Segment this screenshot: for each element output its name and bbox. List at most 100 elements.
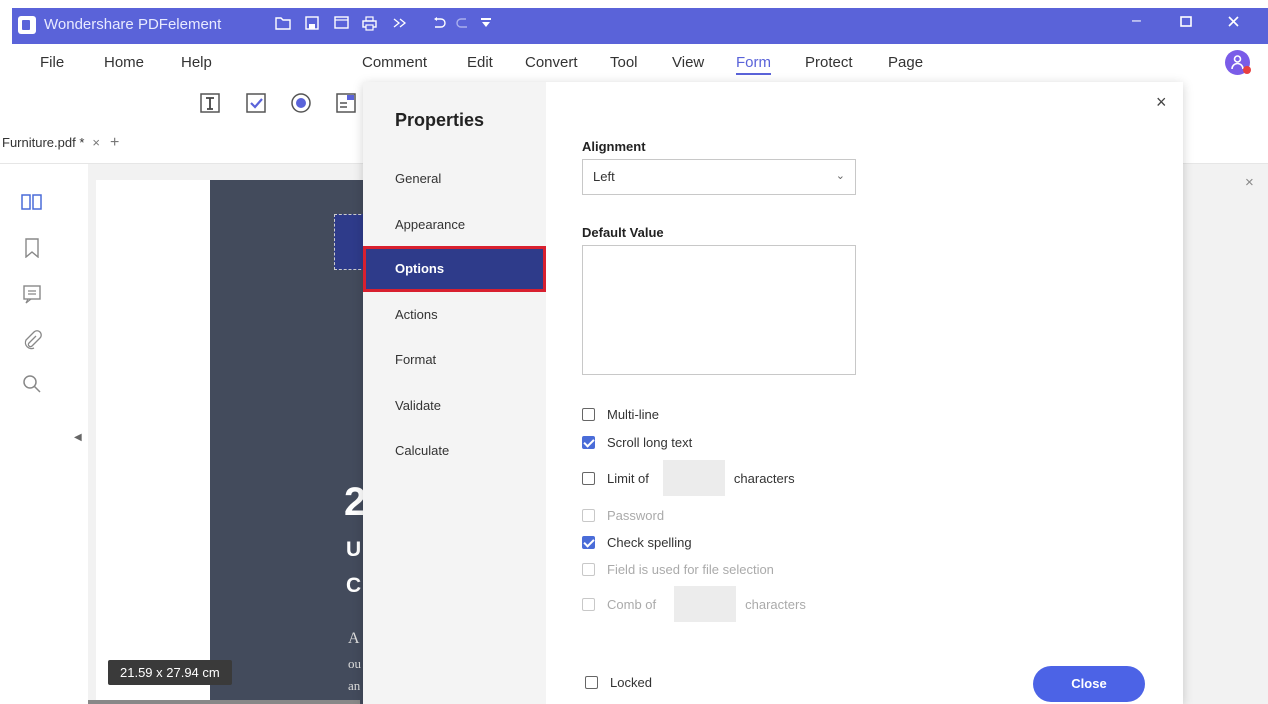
mail-icon[interactable] — [334, 16, 349, 32]
undo-icon[interactable] — [432, 16, 446, 33]
maximize-button[interactable] — [1180, 15, 1193, 33]
option-comb-of: Comb of characters — [582, 586, 806, 622]
menu-tool[interactable]: Tool — [610, 54, 638, 71]
comment-icon[interactable] — [20, 282, 44, 306]
panel-close-icon[interactable]: × — [1245, 174, 1254, 191]
selected-form-field[interactable] — [334, 214, 366, 270]
option-check-spelling[interactable]: Check spelling — [582, 532, 692, 552]
comb-of-suffix: characters — [745, 596, 806, 612]
page-heading-line: C — [346, 574, 362, 597]
locked-checkbox[interactable] — [585, 675, 598, 689]
limit-characters-input[interactable] — [662, 460, 725, 496]
check-spelling-label: Check spelling — [607, 534, 692, 550]
dialog-close-icon[interactable]: × — [1156, 92, 1167, 113]
page-heading-line: U — [346, 538, 362, 561]
option-multiline[interactable]: Multi-line — [582, 404, 659, 424]
menu-comment[interactable]: Comment — [362, 54, 427, 71]
password-checkbox — [582, 508, 595, 522]
page-body-text: ou — [348, 656, 361, 671]
alignment-select[interactable]: Left ⌄ — [582, 159, 856, 195]
comb-of-label: Comb of — [607, 596, 657, 612]
horizontal-scrollbar[interactable] — [88, 700, 360, 704]
app-logo-icon — [18, 16, 36, 34]
close-button[interactable]: Close — [1033, 666, 1145, 702]
new-tab-icon[interactable]: + — [110, 134, 119, 151]
menu-convert[interactable]: Convert — [525, 54, 578, 71]
menu-help[interactable]: Help — [181, 54, 212, 71]
menu-file[interactable]: File — [40, 54, 64, 71]
option-scroll-long-text[interactable]: Scroll long text — [582, 432, 692, 452]
collapse-sidebar-icon[interactable]: ◀ — [74, 432, 82, 443]
alignment-label: Alignment — [582, 139, 646, 154]
save-icon[interactable] — [305, 16, 319, 33]
nav-actions[interactable]: Actions — [395, 307, 438, 322]
nav-format[interactable]: Format — [395, 352, 436, 367]
limit-of-checkbox[interactable] — [582, 471, 595, 485]
page-body-text: A — [348, 630, 360, 647]
bookmark-icon[interactable] — [20, 236, 44, 260]
folder-icon[interactable] — [275, 16, 291, 33]
window-close-button[interactable] — [1227, 15, 1240, 33]
dialog-title: Properties — [395, 110, 485, 130]
file-selection-checkbox — [582, 562, 595, 576]
comb-characters-input — [674, 586, 737, 622]
menu-bar: File Home Help Comment Edit Convert Tool… — [12, 44, 1268, 82]
menu-home[interactable]: Home — [104, 54, 144, 71]
radio-button-icon[interactable] — [289, 91, 313, 115]
nav-appearance[interactable]: Appearance — [395, 217, 465, 232]
document-tab-label: Furniture.pdf * — [2, 135, 85, 150]
checkbox-icon[interactable] — [244, 91, 268, 115]
search-icon[interactable] — [20, 372, 44, 396]
check-spelling-checkbox[interactable] — [582, 535, 595, 549]
list-box-icon[interactable] — [334, 91, 358, 115]
title-bar: Wondershare PDFelement – — [12, 8, 1268, 44]
nav-calculate[interactable]: Calculate — [395, 443, 449, 458]
default-value-textarea[interactable] — [582, 245, 856, 375]
app-title: Wondershare PDFelement — [44, 16, 222, 33]
menu-form[interactable]: Form — [736, 54, 771, 75]
scroll-long-text-checkbox[interactable] — [582, 435, 595, 449]
nav-options-label: Options — [395, 261, 445, 276]
chevron-down-icon: ⌄ — [835, 170, 845, 182]
document-tab[interactable]: Furniture.pdf * × + — [0, 134, 119, 164]
share-icon[interactable] — [392, 16, 407, 33]
default-value-label: Default Value — [582, 225, 664, 240]
option-file-selection: Field is used for file selection — [582, 559, 774, 579]
comb-of-checkbox — [582, 597, 595, 611]
nav-general[interactable]: General — [395, 171, 441, 186]
multiline-checkbox[interactable] — [582, 407, 595, 421]
text-field-icon[interactable] — [198, 91, 222, 115]
attachment-icon[interactable] — [20, 328, 44, 352]
left-sidebar — [12, 164, 72, 704]
properties-dialog: Properties General Appearance Options Ac… — [363, 82, 1183, 704]
dropdown-arrow-icon[interactable] — [480, 16, 492, 32]
limit-of-suffix: characters — [733, 470, 795, 486]
redo-icon[interactable] — [456, 16, 470, 33]
option-password: Password — [582, 505, 664, 525]
user-avatar[interactable] — [1225, 50, 1251, 75]
multiline-label: Multi-line — [607, 406, 660, 422]
scroll-long-text-label: Scroll long text — [607, 434, 693, 450]
minimize-button[interactable]: – — [1132, 12, 1141, 30]
print-icon[interactable] — [362, 16, 377, 34]
page-body-text: an — [348, 678, 361, 693]
properties-nav: Properties General Appearance Options Ac… — [363, 82, 546, 704]
limit-of-label: Limit of — [607, 470, 649, 486]
menu-page[interactable]: Page — [888, 54, 923, 71]
menu-edit[interactable]: Edit — [467, 54, 493, 71]
locked-label: Locked — [610, 674, 652, 690]
nav-options[interactable]: Options — [363, 246, 546, 292]
pdf-page: 2 U C A ou an — [96, 180, 366, 704]
option-limit-of[interactable]: Limit of characters — [582, 460, 795, 496]
option-locked[interactable]: Locked — [585, 672, 652, 692]
thumbnails-icon[interactable] — [20, 190, 44, 214]
file-selection-label: Field is used for file selection — [607, 561, 774, 577]
alignment-value: Left — [593, 169, 615, 184]
nav-validate[interactable]: Validate — [395, 398, 441, 413]
page-size-indicator: 21.59 x 27.94 cm — [108, 660, 232, 685]
menu-view[interactable]: View — [672, 54, 704, 71]
menu-protect[interactable]: Protect — [805, 54, 853, 71]
tab-close-icon[interactable]: × — [92, 135, 100, 150]
notification-dot — [1243, 66, 1251, 74]
password-label: Password — [607, 507, 665, 523]
